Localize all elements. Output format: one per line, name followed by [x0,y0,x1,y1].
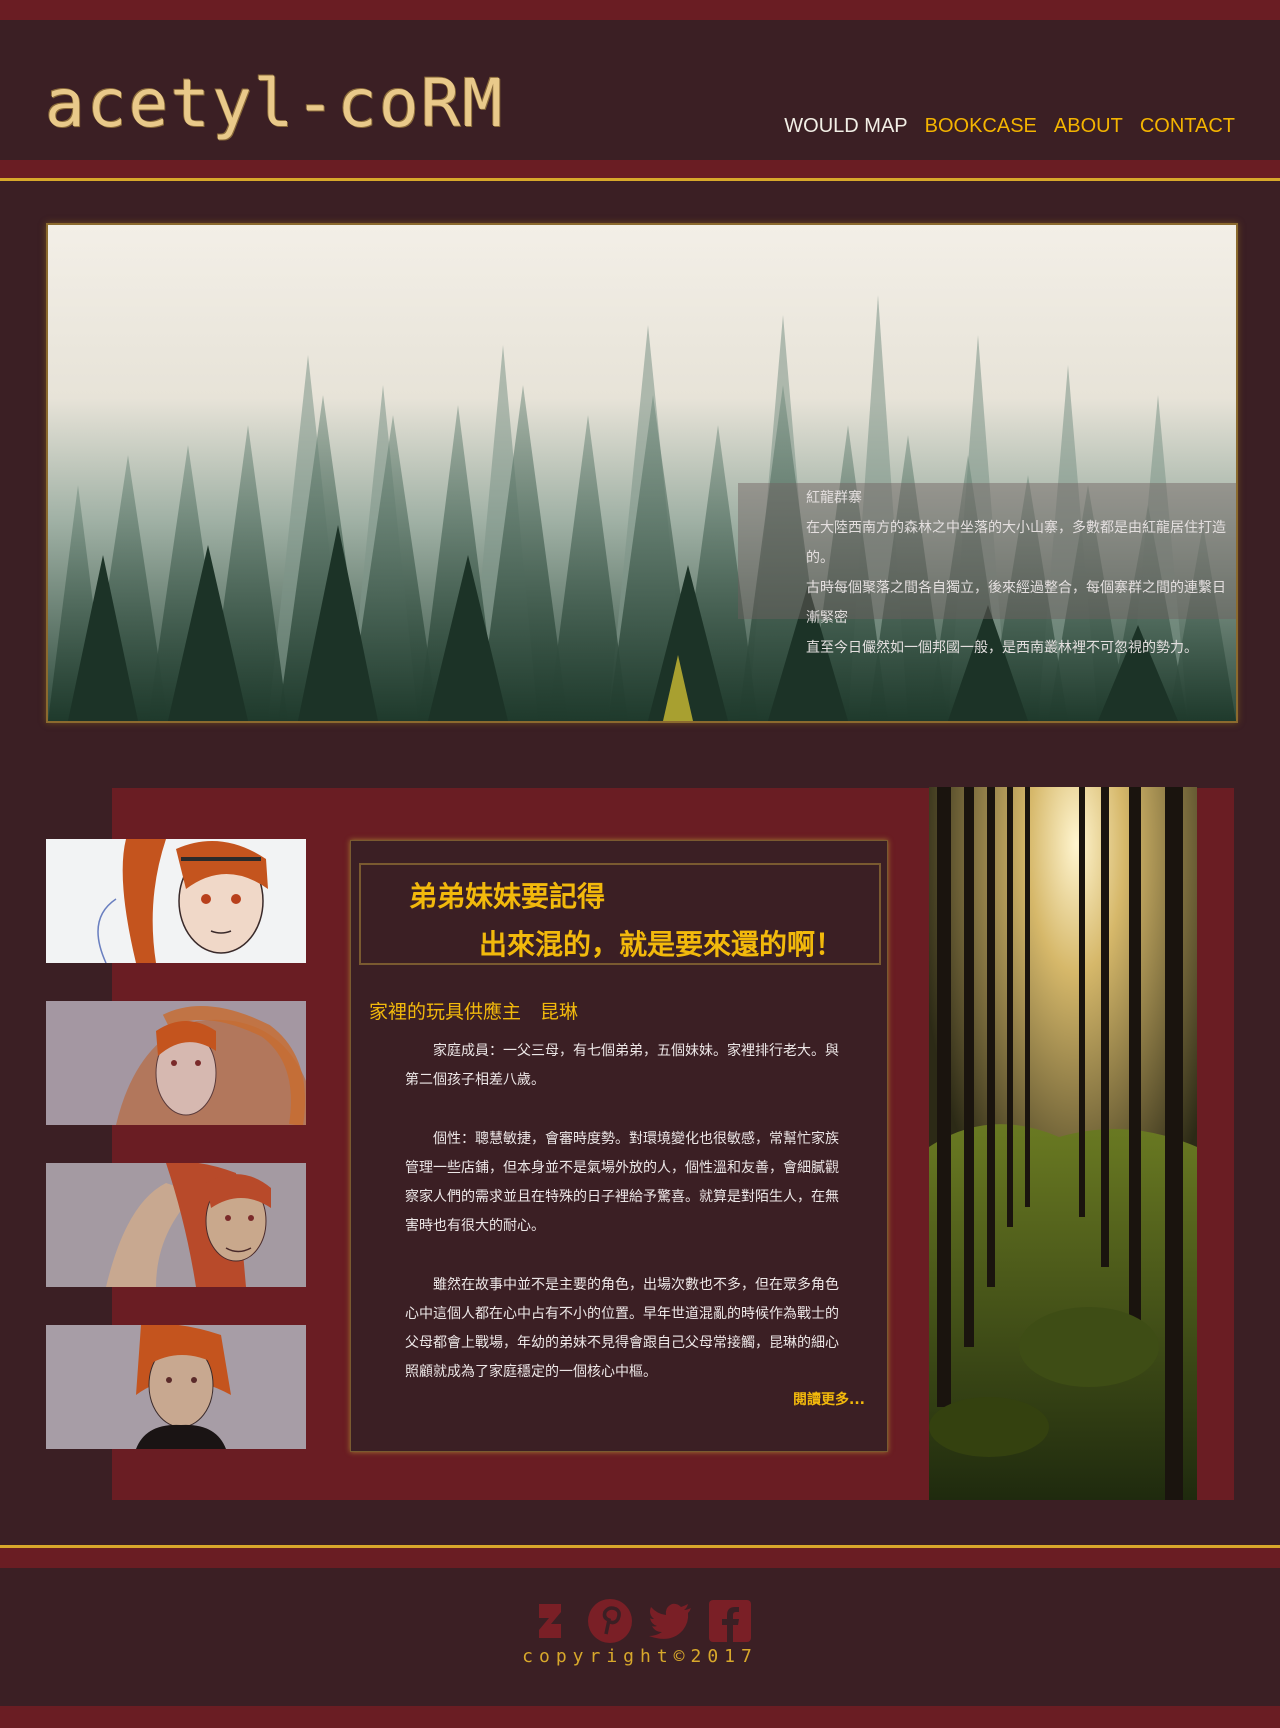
site-logo[interactable]: acetyl-coRM [45,65,504,142]
hero-caption: 紅龍群寨 在大陸西南方的森林之中坐落的大小山寨，多數都是由紅龍居住打造的。 古時… [738,483,1236,656]
nav-bookcase[interactable]: BOOKCASE [925,115,1037,138]
character-sketch-image [46,1001,306,1125]
character-card: 弟弟妹妹要記得 出來混的，就是要來還的啊！ 家裡的玩具供應主 昆琳 家庭成員：一… [350,840,888,1452]
header-gold-line [0,178,1280,181]
nav-would-map[interactable]: WOULD MAP [784,115,907,138]
facebook-icon[interactable] [707,1598,753,1644]
pinterest-icon[interactable] [587,1598,633,1644]
main-nav: WOULD MAP BOOKCASE ABOUT CONTACT [784,115,1235,138]
copyright-text: copyright©2017 [522,1646,758,1667]
deviantart-icon[interactable] [527,1598,573,1644]
hero-banner: 紅龍群寨 在大陸西南方的森林之中坐落的大小山寨，多數都是由紅龍居住打造的。 古時… [46,223,1238,723]
social-links [0,1598,1280,1644]
sunlit-forest-image [929,787,1197,1500]
character-thumbnail[interactable] [46,1163,306,1287]
quote-line-2: 出來混的，就是要來還的啊！ [479,928,844,961]
character-thumbnail[interactable] [46,839,306,963]
sunlit-forest-graphic [929,787,1197,1500]
nav-contact[interactable]: CONTACT [1140,115,1235,138]
character-sketch-image [46,1325,306,1449]
nav-about[interactable]: ABOUT [1054,115,1123,138]
hero-caption-line: 直至今日儼然如一個邦國一般，是西南叢林裡不可忽視的勢力。 [806,640,1198,656]
footer-divider [0,1545,1280,1568]
read-more-link[interactable]: 閱讀更多... [793,1389,865,1409]
quote-box: 弟弟妹妹要記得 出來混的，就是要來還的啊！ [359,863,881,965]
hero-caption-line: 在大陸西南方的森林之中坐落的大小山寨，多數都是由紅龍居住打造的。 [806,520,1226,566]
character-thumbnail[interactable] [46,1325,306,1449]
character-sketch-image [46,839,306,963]
twitter-icon[interactable] [647,1598,693,1644]
character-paragraph: 雖然在故事中並不是主要的角色，出場次數也不多，但在眾多角色心中這個人都在心中占有… [405,1277,839,1380]
character-paragraph: 個性：聰慧敏捷，會審時度勢。對環境變化也很敏感，常幫忙家族管理一些店鋪，但本身並… [405,1131,839,1234]
character-title: 家裡的玩具供應主 昆琳 [369,1001,579,1023]
bottom-band [0,1706,1280,1728]
quote-line-1: 弟弟妹妹要記得 [409,880,606,913]
top-band [0,0,1280,20]
hero-caption-title: 紅龍群寨 [806,490,862,506]
header-divider [0,160,1280,178]
character-paragraph: 家庭成員：一父三母，有七個弟弟，五個妹妹。家裡排行老大。與第二個孩子相差八歲。 [405,1043,839,1088]
site-header: acetyl-coRM WOULD MAP BOOKCASE ABOUT CON… [0,20,1280,160]
character-thumbnail[interactable] [46,1001,306,1125]
character-sketch-image [46,1163,306,1287]
hero-caption-line: 古時每個聚落之間各自獨立，後來經過整合，每個寨群之間的連繫日漸緊密 [806,580,1226,626]
